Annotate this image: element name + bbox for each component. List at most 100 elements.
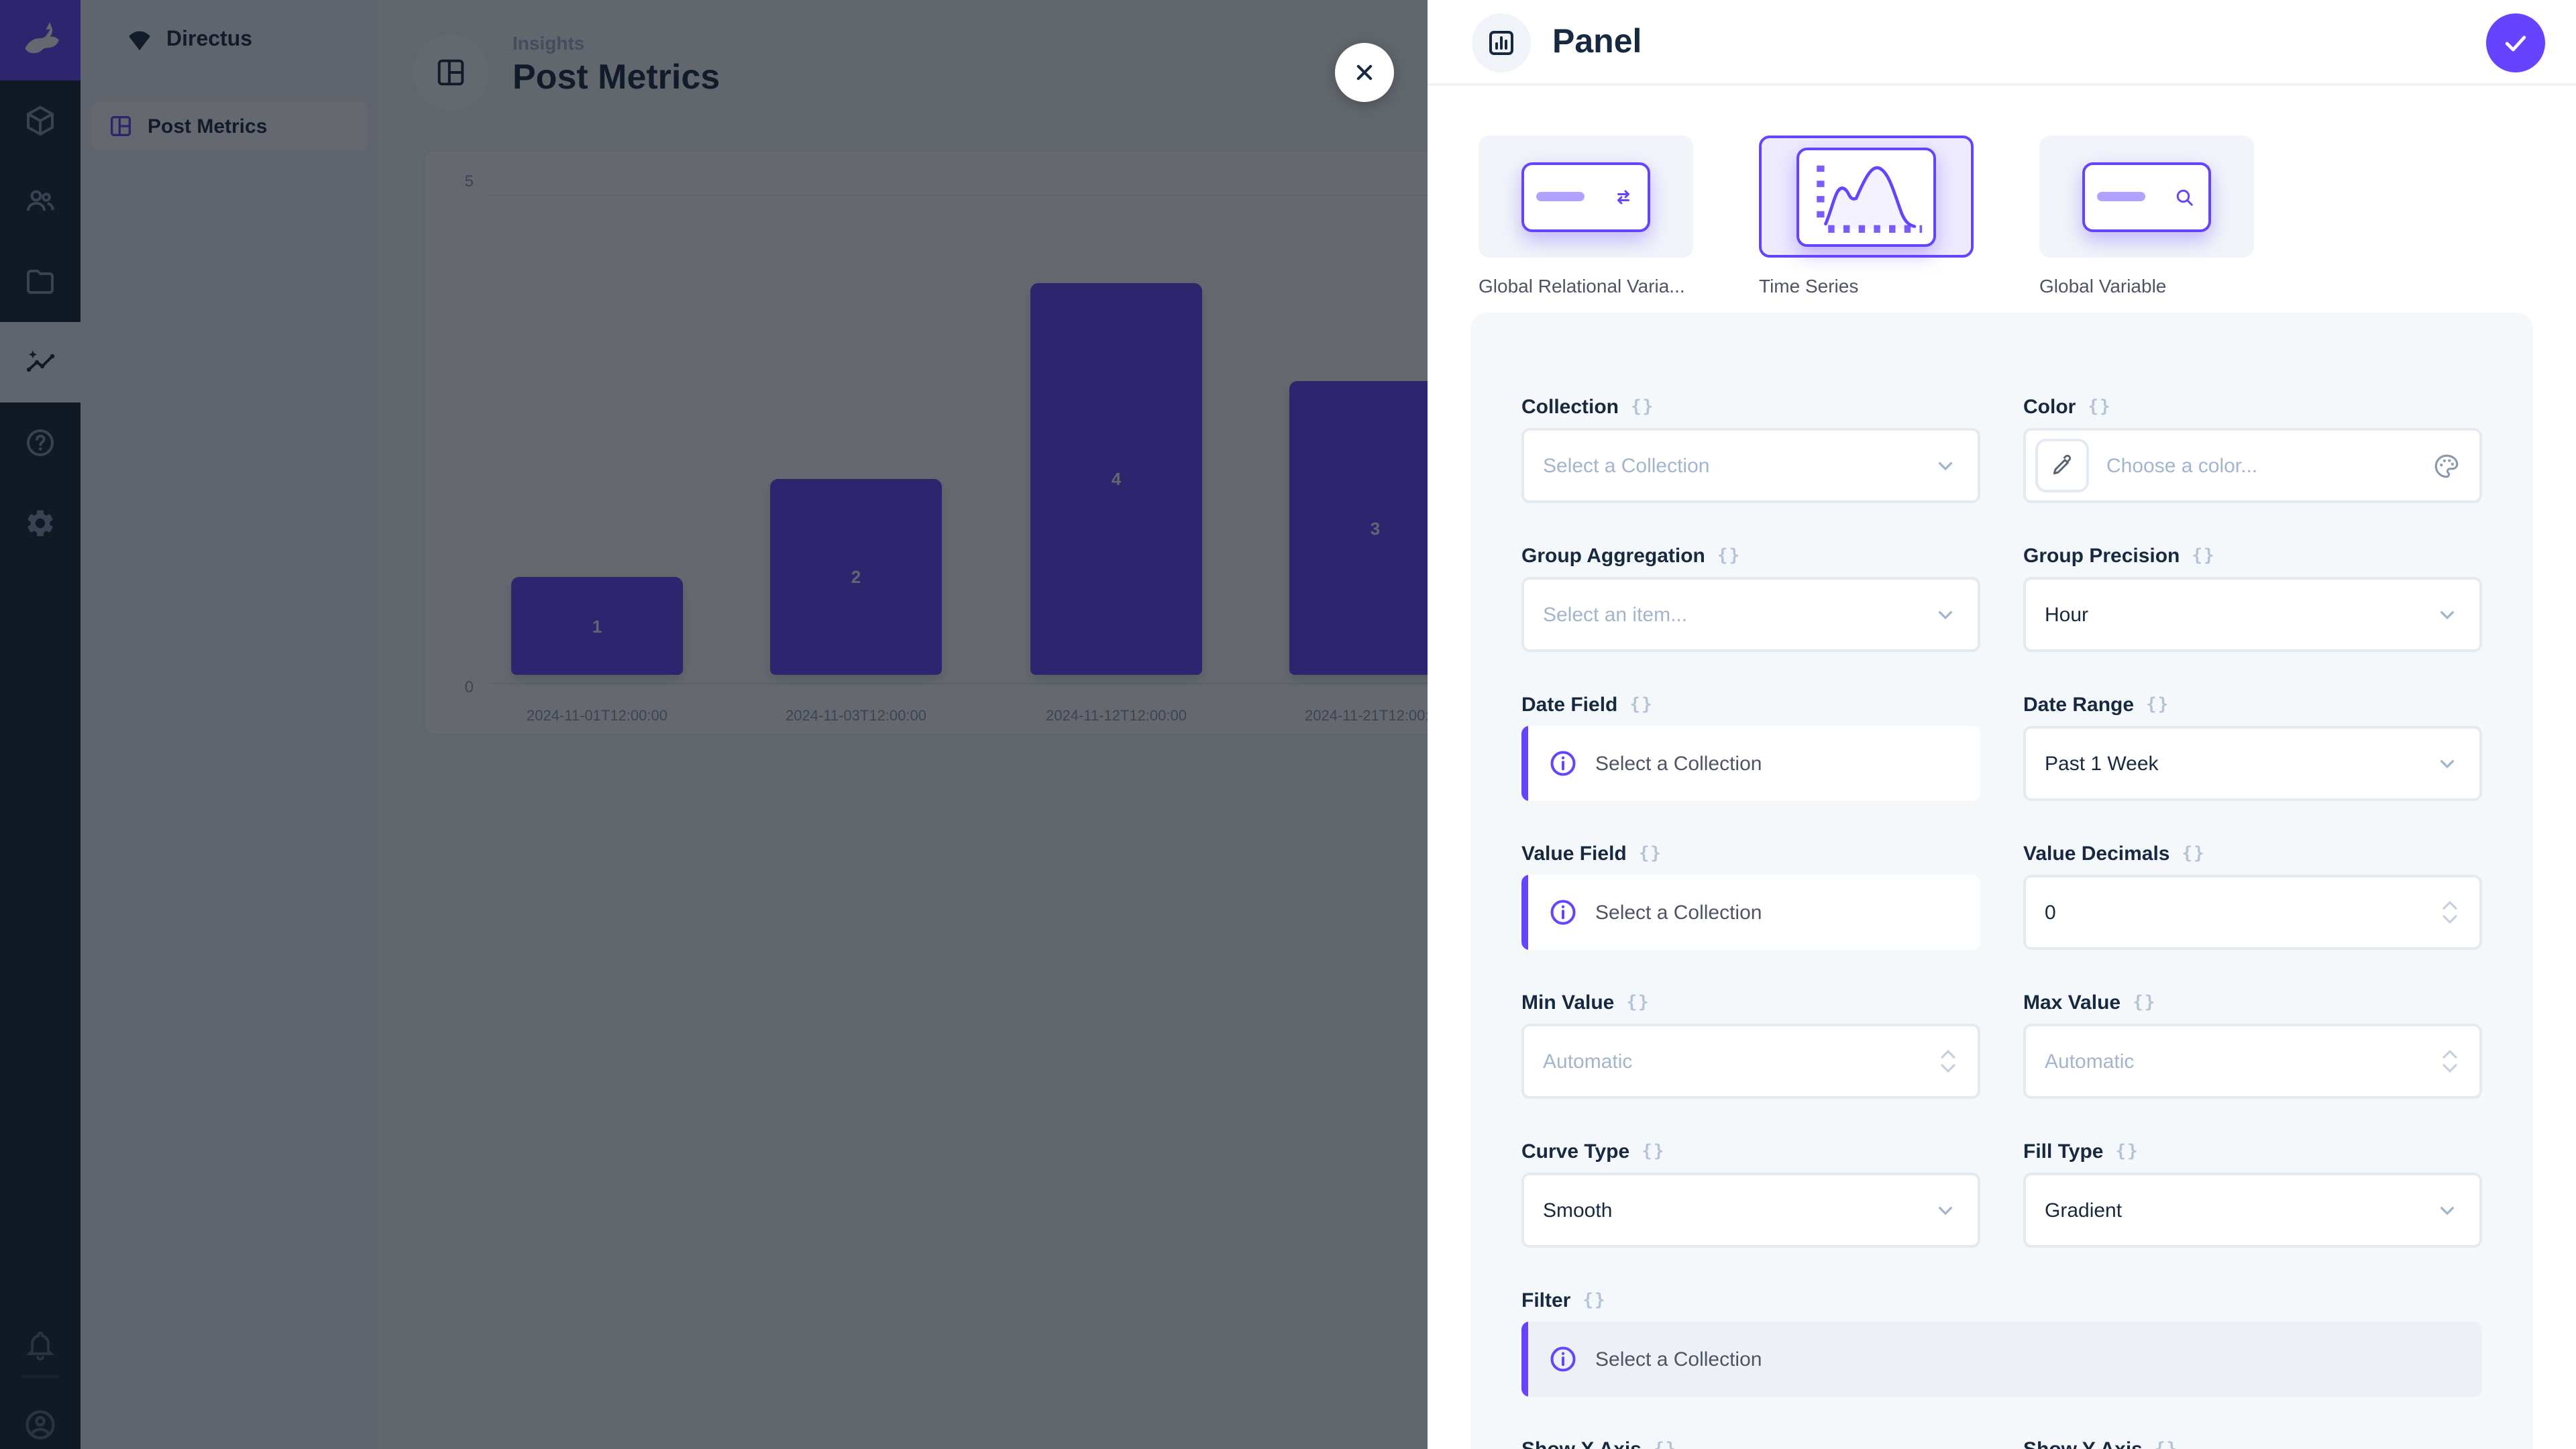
color-input[interactable]: Choose a color... — [2023, 428, 2482, 503]
raw-value-icon[interactable]: {} — [2155, 1439, 2178, 1449]
field-label: Collection — [1521, 395, 1619, 418]
field-value-field: Value Field {} Select a Collection — [1521, 840, 1980, 950]
raw-value-icon[interactable]: {} — [1629, 694, 1653, 714]
value-decimals-input[interactable]: 0 — [2023, 875, 2482, 950]
time-series-glyph — [1796, 147, 1936, 246]
raw-value-icon[interactable]: {} — [2146, 694, 2169, 714]
panel-type-cards: Global Relational Varia... Time Series — [1479, 136, 2254, 297]
panel-drawer: Panel Global Relational Varia... — [1428, 0, 2576, 1449]
chevron-down-icon — [2439, 1063, 2461, 1075]
field-show-x-axis: Show X Axis {} — [1521, 1436, 1980, 1449]
raw-value-icon[interactable]: {} — [2182, 843, 2205, 863]
type-card-time-series[interactable]: Time Series — [1759, 136, 1974, 297]
field-max-value: Max Value {} Automatic — [2023, 989, 2482, 1099]
number-stepper[interactable] — [2439, 899, 2461, 926]
info-icon — [1548, 898, 1578, 927]
insert-chart-icon — [1485, 27, 1517, 59]
type-card-label: Time Series — [1759, 275, 1974, 297]
search-icon — [2172, 184, 2196, 209]
type-card-global-variable[interactable]: Global Variable — [2039, 136, 2254, 297]
curve-type-select[interactable]: Smooth — [1521, 1173, 1980, 1248]
chevron-down-icon — [2439, 914, 2461, 926]
eyedropper-icon — [2049, 452, 2076, 479]
field-label: Date Field — [1521, 693, 1617, 716]
chevron-up-icon — [2439, 1048, 2461, 1060]
chevron-down-icon — [1932, 452, 1959, 479]
raw-value-icon[interactable]: {} — [2088, 396, 2111, 417]
raw-value-icon[interactable]: {} — [2133, 992, 2156, 1012]
min-value-input[interactable]: Automatic — [1521, 1024, 1980, 1099]
type-card-global-relational-variable[interactable]: Global Relational Varia... — [1479, 136, 1693, 297]
field-fill-type: Fill Type {} Gradient — [2023, 1138, 2482, 1248]
close-icon — [1350, 58, 1379, 87]
group-precision-select[interactable]: Hour — [2023, 577, 2482, 652]
raw-value-icon[interactable]: {} — [1582, 1290, 1606, 1310]
field-label: Value Field — [1521, 842, 1627, 865]
field-color: Color {} Choose a color... — [2023, 393, 2482, 503]
field-curve-type: Curve Type {} Smooth — [1521, 1138, 1980, 1248]
drawer-title: Panel — [1552, 23, 1642, 62]
date-range-select[interactable]: Past 1 Week — [2023, 726, 2482, 801]
filter-notice: Select a Collection — [1521, 1322, 2482, 1397]
field-label: Curve Type — [1521, 1140, 1629, 1163]
palette-icon — [2432, 451, 2461, 480]
raw-value-icon[interactable]: {} — [2115, 1141, 2139, 1161]
field-value-decimals: Value Decimals {} 0 — [2023, 840, 2482, 950]
raw-value-icon[interactable]: {} — [2192, 545, 2215, 566]
eyedropper-button[interactable] — [2035, 439, 2089, 492]
save-button[interactable] — [2486, 13, 2545, 72]
chevron-up-icon — [1937, 1048, 1959, 1060]
drawer-header: Panel — [1428, 0, 2576, 86]
directus-app: Insights Post Metrics 5 0 12024-11-01T12… — [0, 0, 2576, 1449]
raw-value-icon[interactable]: {} — [1639, 843, 1662, 863]
group-aggregation-select[interactable]: Select an item... — [1521, 577, 1980, 652]
raw-value-icon[interactable]: {} — [1654, 1439, 1677, 1449]
chevron-down-icon — [1932, 601, 1959, 628]
chevron-down-icon — [2434, 750, 2461, 777]
field-date-range: Date Range{} Past 1 Week — [2023, 691, 2482, 801]
field-filter: Filter {} Select a Collection — [1521, 1287, 2482, 1397]
field-min-value: Min Value {} Automatic — [1521, 989, 1980, 1099]
field-label: Fill Type — [2023, 1140, 2103, 1163]
chevron-down-icon — [2434, 601, 2461, 628]
max-value-input[interactable]: Automatic — [2023, 1024, 2482, 1099]
relational-variable-glyph — [1521, 162, 1650, 231]
field-group-aggregation: Group Aggregation{} Select an item... — [1521, 542, 1980, 652]
raw-value-icon[interactable]: {} — [1631, 396, 1654, 417]
field-date-field: Date Field {} Select a Collection — [1521, 691, 1980, 801]
number-stepper[interactable] — [1937, 1048, 1959, 1075]
check-icon — [2501, 28, 2530, 58]
field-show-y-axis: Show Y Axis {} — [2023, 1436, 2482, 1449]
raw-value-icon[interactable]: {} — [1717, 545, 1741, 566]
chevron-up-icon — [2439, 899, 2461, 911]
collection-select[interactable]: Select a Collection — [1521, 428, 1980, 503]
panel-icon-circle — [1472, 13, 1531, 72]
info-icon — [1548, 749, 1578, 778]
date-field-notice: Select a Collection — [1521, 726, 1980, 801]
field-label: Max Value — [2023, 991, 2121, 1014]
field-collection: Collection {} Select a Collection — [1521, 393, 1980, 503]
number-stepper[interactable] — [2439, 1048, 2461, 1075]
value-field-notice: Select a Collection — [1521, 875, 1980, 950]
field-label: Color — [2023, 395, 2076, 418]
chevron-down-icon — [2434, 1197, 2461, 1224]
raw-value-icon[interactable]: {} — [1626, 992, 1650, 1012]
field-label: Group Precision — [2023, 544, 2180, 567]
swap-arrows-icon — [1611, 184, 1635, 209]
field-label: Min Value — [1521, 991, 1614, 1014]
field-label: Show X Axis — [1521, 1438, 1642, 1449]
chevron-down-icon — [1937, 1063, 1959, 1075]
chevron-down-icon — [1932, 1197, 1959, 1224]
field-label: Filter — [1521, 1289, 1570, 1311]
panel-options-form: Collection {} Select a Collection Color {}… — [1470, 313, 2533, 1449]
raw-value-icon[interactable]: {} — [1642, 1141, 1665, 1161]
close-drawer-button[interactable] — [1335, 43, 1394, 102]
drawer-overlay[interactable] — [0, 0, 1428, 1449]
field-label: Value Decimals — [2023, 842, 2169, 865]
info-icon — [1548, 1344, 1578, 1374]
field-label: Show Y Axis — [2023, 1438, 2143, 1449]
global-variable-glyph — [2082, 162, 2211, 231]
fill-type-select[interactable]: Gradient — [2023, 1173, 2482, 1248]
field-group-precision: Group Precision {} Hour — [2023, 542, 2482, 652]
type-card-label: Global Variable — [2039, 275, 2254, 297]
